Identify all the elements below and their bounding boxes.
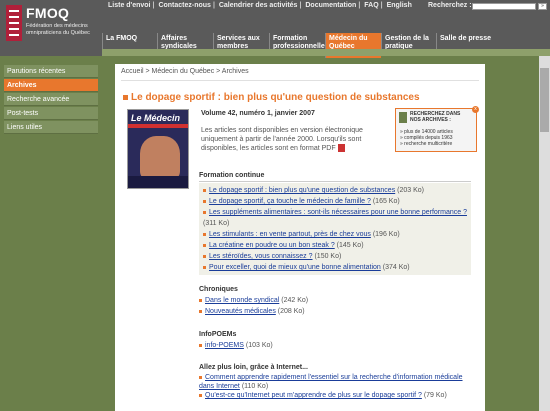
article-link[interactable]: Les suppléments alimentaires : sont-ils … bbox=[209, 209, 467, 216]
list-item: Le dopage sportif, ça touche le médecin … bbox=[203, 196, 467, 207]
nav-underbar bbox=[102, 49, 550, 56]
page-title: Le dopage sportif : bien plus qu'une que… bbox=[123, 92, 420, 103]
promo-points: » plus de 14000 articles » compilés depu… bbox=[400, 129, 453, 147]
toplink-english[interactable]: English bbox=[387, 2, 412, 9]
section-heading: Allez plus loin, grâce à Internet... bbox=[199, 364, 308, 371]
close-icon[interactable]: x bbox=[472, 106, 479, 113]
logo-subtitle: Fédération des médecins omnipraticiens d… bbox=[26, 23, 90, 36]
magnifier-icon bbox=[399, 112, 407, 123]
archive-search-promo[interactable]: RECHERCHEZ DANS NOS ARCHIVES : x » plus … bbox=[395, 106, 479, 152]
fmoq-logo[interactable]: FMOQ Fédération des médecins omnipratici… bbox=[4, 3, 102, 53]
scrollbar-thumb[interactable] bbox=[540, 68, 549, 132]
site-header: FMOQ Fédération des médecins omnipratici… bbox=[0, 0, 550, 58]
logo-text: FMOQ bbox=[26, 5, 70, 21]
intro-text: Les articles sont disponibles en version… bbox=[201, 127, 363, 153]
list-item: Dans le monde syndical (242 Ko) bbox=[199, 295, 471, 306]
list-item: La créatine en poudre ou un bon steak ? … bbox=[203, 240, 467, 251]
top-links: Liste d'envoi | Contactez-nous | Calendrie… bbox=[108, 2, 412, 9]
article-link[interactable]: Comment apprendre rapidement l'essentiel… bbox=[199, 374, 463, 390]
promo-heading: RECHERCHEZ DANS NOS ARCHIVES : bbox=[410, 111, 461, 123]
list-item: Qu'est-ce qu'Internet peut m'apprendre d… bbox=[199, 391, 471, 400]
pdf-icon bbox=[337, 144, 345, 153]
sidebar: Parutions récentes Archives Recherche av… bbox=[0, 56, 101, 411]
section-infopoems: InfoPOEMs info-POEMS (103 Ko) bbox=[199, 331, 471, 351]
section-internet: Allez plus loin, grâce à Internet... Com… bbox=[199, 364, 471, 400]
section-heading: Formation continue bbox=[199, 172, 265, 179]
sidebar-item-post-tests[interactable]: Post-tests bbox=[4, 107, 98, 120]
article-link[interactable]: Pour exceller, quoi de mieux qu'une bonn… bbox=[209, 264, 381, 271]
article-link[interactable]: Les stimulants : en vente partout, près … bbox=[209, 231, 371, 238]
list-item: Les stéroïdes, vous connaissez ? (150 Ko… bbox=[203, 251, 467, 262]
article-link[interactable]: Dans le monde syndical bbox=[205, 297, 279, 304]
article-link[interactable]: La créatine en poudre ou un bon steak ? bbox=[209, 242, 335, 249]
toplink-calendar[interactable]: Calendrier des activités bbox=[219, 2, 298, 9]
list-item: Le dopage sportif : bien plus qu'une que… bbox=[203, 185, 467, 196]
search-label: Recherchez : bbox=[428, 2, 472, 9]
toplink-contact[interactable]: Contactez-nous bbox=[158, 2, 211, 9]
list-item: info-POEMS (103 Ko) bbox=[199, 340, 471, 351]
article-link[interactable]: Qu'est-ce qu'Internet peut m'apprendre d… bbox=[205, 392, 422, 399]
sidebar-item-recherche[interactable]: Recherche avancée bbox=[4, 93, 98, 106]
sidebar-item-parutions[interactable]: Parutions récentes bbox=[4, 65, 98, 78]
list-item: Les stimulants : en vente partout, près … bbox=[203, 229, 467, 240]
volume-info: Volume 42, numéro 1, janvier 2007 bbox=[201, 110, 315, 117]
section-chroniques: Chroniques Dans le monde syndical (242 K… bbox=[199, 286, 471, 317]
main-content: Accueil > Médecin du Québec > Archives L… bbox=[115, 64, 485, 411]
article-link[interactable]: Nouveautés médicales bbox=[205, 308, 276, 315]
title-bullet-icon bbox=[123, 94, 128, 100]
section-heading: InfoPOEMs bbox=[199, 331, 237, 338]
article-link[interactable]: info-POEMS bbox=[205, 342, 244, 349]
search-input[interactable] bbox=[472, 3, 536, 10]
cover-title: Le Médecin bbox=[131, 113, 181, 123]
list-item: Comment apprendre rapidement l'essentiel… bbox=[199, 374, 463, 390]
sidebar-item-liens[interactable]: Liens utiles bbox=[4, 121, 98, 134]
toplink-faq[interactable]: FAQ bbox=[364, 2, 378, 9]
divider bbox=[121, 80, 479, 81]
search-go-button[interactable]: » bbox=[538, 3, 547, 10]
section-formation-continue: Formation continue Le dopage sportif : b… bbox=[199, 172, 471, 275]
toplink-mailing-list[interactable]: Liste d'envoi bbox=[108, 2, 151, 9]
article-link[interactable]: Le dopage sportif : bien plus qu'une que… bbox=[209, 187, 395, 194]
article-link[interactable]: Le dopage sportif, ça touche le médecin … bbox=[209, 198, 371, 205]
caduceus-logo-icon bbox=[6, 5, 22, 41]
section-heading: Chroniques bbox=[199, 286, 238, 293]
toplink-documentation[interactable]: Documentation bbox=[305, 2, 356, 9]
list-item: Pour exceller, quoi de mieux qu'une bonn… bbox=[203, 262, 467, 273]
list-item: Nouveautés médicales (208 Ko) bbox=[199, 306, 471, 317]
article-link[interactable]: Les stéroïdes, vous connaissez ? bbox=[209, 253, 313, 260]
breadcrumb[interactable]: Accueil > Médecin du Québec > Archives bbox=[121, 68, 249, 75]
list-item: Les suppléments alimentaires : sont-ils … bbox=[203, 209, 467, 227]
magazine-cover[interactable]: Le Médecin bbox=[127, 109, 189, 189]
scrollbar[interactable] bbox=[539, 56, 550, 411]
sidebar-item-archives[interactable]: Archives bbox=[4, 79, 98, 92]
